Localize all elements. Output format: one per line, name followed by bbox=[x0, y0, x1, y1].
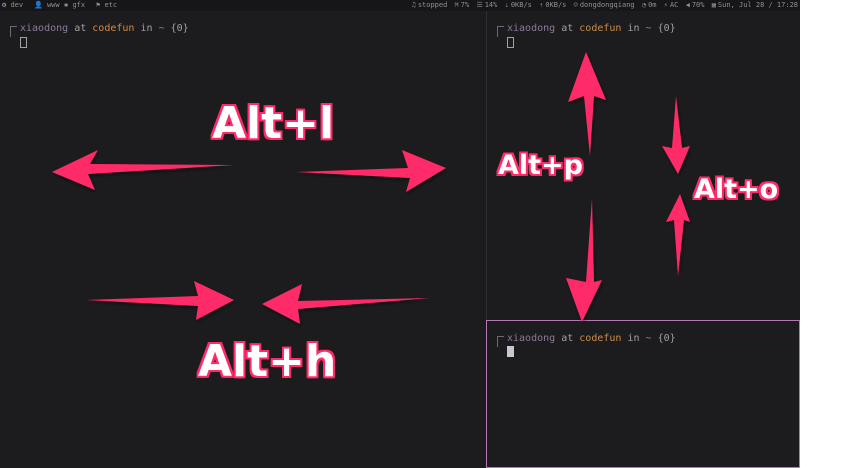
prompt-at: at bbox=[74, 23, 87, 34]
prompt-host: codefun bbox=[579, 333, 622, 344]
prompt-workspace: {0} bbox=[657, 23, 676, 34]
mem-icon: ☰ bbox=[476, 1, 483, 9]
download-icon: ⇣ bbox=[504, 1, 509, 9]
workspace-etc-label: etc bbox=[104, 1, 118, 9]
upload-value: 0KB/s bbox=[545, 1, 567, 9]
calendar-icon: ▦ bbox=[711, 1, 716, 9]
workspace-dev[interactable]: ⚙ dev bbox=[2, 0, 23, 11]
mpd-status: stopped bbox=[417, 1, 448, 9]
prompt-corner-icon bbox=[497, 26, 504, 37]
cpu-icon: ⌘ bbox=[454, 1, 459, 9]
workspace-www[interactable]: 👤 www bbox=[34, 0, 60, 11]
prompt-at: at bbox=[561, 23, 574, 34]
prompt-in: in bbox=[627, 333, 640, 344]
prompt-in: in bbox=[140, 23, 153, 34]
prompt-line: xiaodong at codefun in ~ {0} bbox=[497, 333, 676, 347]
user-name: dongdongqiang bbox=[579, 1, 635, 9]
volume-icon: ◀ bbox=[685, 1, 690, 9]
workspace-dev-icon: ⚙ bbox=[2, 1, 7, 9]
label-alt-o: Alt+o bbox=[694, 174, 779, 205]
prompt-workspace: {0} bbox=[170, 23, 189, 34]
prompt-at: at bbox=[561, 333, 574, 344]
prompt-in: in bbox=[627, 23, 640, 34]
terminal-cursor bbox=[507, 37, 514, 48]
label-alt-p: Alt+p bbox=[498, 150, 584, 181]
label-alt-h: Alt+h bbox=[198, 336, 337, 387]
power-value: AC bbox=[669, 1, 679, 9]
cpu-value: 7% bbox=[460, 1, 470, 9]
prompt-workspace: {0} bbox=[657, 333, 676, 344]
terminal-cursor bbox=[20, 37, 27, 48]
terminal-pane-bottom-right-focused[interactable]: xiaodong at codefun in ~ {0} bbox=[486, 320, 800, 468]
workspace-etc[interactable]: ⚑ etc bbox=[96, 0, 117, 11]
prompt-user: xiaodong bbox=[507, 333, 556, 344]
upload-icon: ⇡ bbox=[539, 1, 544, 9]
user-icon: ☺ bbox=[573, 1, 578, 9]
workspace-gfx-label: gfx bbox=[72, 1, 86, 9]
terminal-pane-left[interactable]: xiaodong at codefun in ~ {0} bbox=[0, 11, 486, 468]
top-status-bar: ⚙ dev 👤 www ✱ gfx ⚑ etc ♫ stopped ⌘ 7% ☰ 14… bbox=[0, 0, 800, 11]
download-value: 0KB/s bbox=[510, 1, 532, 9]
power-icon: ⚡ bbox=[663, 1, 668, 9]
prompt-corner-icon bbox=[497, 336, 504, 347]
terminal-cursor bbox=[507, 346, 514, 357]
prompt-line: xiaodong at codefun in ~ {0} bbox=[497, 23, 676, 37]
workspace-gfx[interactable]: ✱ gfx bbox=[64, 0, 85, 11]
workspace-www-label: www bbox=[46, 1, 60, 9]
desktop: ⚙ dev 👤 www ✱ gfx ⚑ etc ♫ stopped ⌘ 7% ☰ 14… bbox=[0, 0, 800, 468]
prompt-path: ~ bbox=[645, 333, 652, 344]
prompt-host: codefun bbox=[579, 23, 622, 34]
prompt-line: xiaodong at codefun in ~ {0} bbox=[10, 23, 189, 37]
prompt-host: codefun bbox=[92, 23, 135, 34]
volume-value: 70% bbox=[691, 1, 705, 9]
workspace-dev-label: dev bbox=[10, 1, 24, 9]
prompt-path: ~ bbox=[645, 23, 652, 34]
uptime-icon: ◔ bbox=[641, 1, 647, 9]
prompt-user: xiaodong bbox=[20, 23, 69, 34]
music-icon: ♫ bbox=[411, 1, 416, 9]
prompt-corner-icon bbox=[10, 26, 17, 37]
label-alt-l: Alt+l bbox=[212, 98, 335, 149]
uptime-value: 0m bbox=[648, 1, 657, 9]
mem-value: 14% bbox=[484, 1, 498, 9]
prompt-user: xiaodong bbox=[507, 23, 556, 34]
prompt-path: ~ bbox=[158, 23, 165, 34]
datetime: Sun, Jul 28 / 17:28 bbox=[717, 1, 798, 9]
status-area: ♫ stopped ⌘ 7% ☰ 14% ⇣ 0KB/s ⇡ 0KB/s ☺ dongdon… bbox=[409, 0, 798, 11]
